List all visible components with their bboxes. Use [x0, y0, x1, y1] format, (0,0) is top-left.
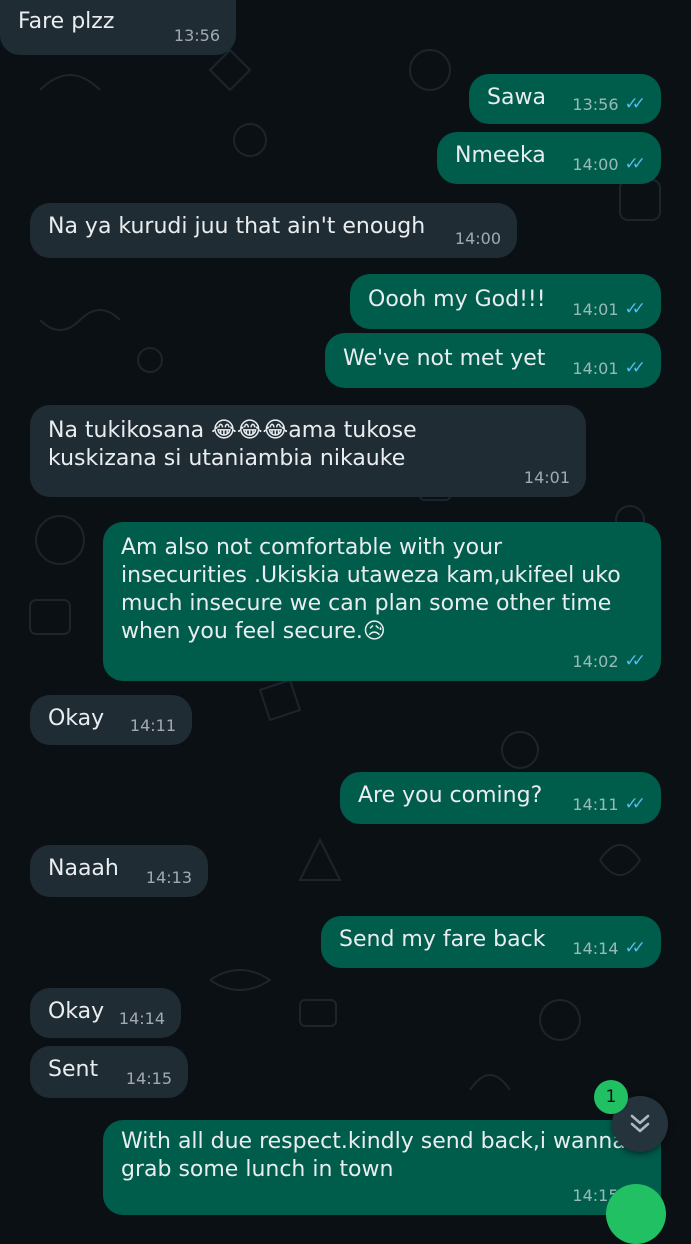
chat-fab-button[interactable] — [606, 1184, 666, 1244]
message-timestamp: 14:11 — [572, 794, 619, 814]
message-text: Na tukikosana 😂😂😂ama tukose kuskizana si… — [48, 418, 417, 471]
message-timestamp: 14:02 — [572, 651, 619, 671]
outgoing-message-bubble[interactable]: With all due respect.kindly send back,i … — [103, 1120, 661, 1215]
message-timestamp: 14:01 — [572, 358, 619, 378]
message-timestamp: 14:14 — [572, 938, 619, 958]
message-text: Am also not comfortable with your insecu… — [121, 535, 621, 644]
message-timestamp: 14:01 — [572, 299, 619, 319]
outgoing-message-bubble[interactable]: Oooh my God!!! 14:01 ✓✓ — [350, 274, 661, 329]
incoming-message-bubble[interactable]: Okay 14:11 — [30, 695, 192, 745]
message-meta: 13:56 ✓✓ — [572, 94, 645, 114]
outgoing-message-bubble[interactable]: Sawa 13:56 ✓✓ — [469, 74, 661, 124]
read-receipt-double-tick-icon: ✓✓ — [624, 94, 646, 114]
message-meta: 14:11 — [130, 716, 176, 735]
incoming-message-bubble[interactable]: Okay 14:14 — [30, 988, 181, 1038]
double-chevron-down-icon — [630, 1114, 650, 1133]
incoming-message-bubble[interactable]: Naaah 14:13 — [30, 845, 208, 897]
incoming-message-bubble[interactable]: Na ya kurudi juu that ain't enough 14:00 — [30, 203, 517, 258]
message-meta: 14:00 — [455, 229, 501, 248]
outgoing-message-bubble[interactable]: Am also not comfortable with your insecu… — [103, 522, 661, 681]
message-timestamp: 14:13 — [145, 868, 192, 887]
message-meta: 14:15 — [126, 1069, 172, 1088]
outgoing-message-bubble[interactable]: We've not met yet 14:01 ✓✓ — [325, 333, 661, 388]
message-meta: 14:00 ✓✓ — [572, 154, 645, 174]
read-receipt-double-tick-icon: ✓✓ — [624, 358, 646, 378]
chat-message-list[interactable]: Fare plzz 13:56 Sawa 13:56 ✓✓ Nmeeka 14:00 ✓✓ Na… — [0, 0, 691, 1215]
incoming-message-bubble[interactable]: Fare plzz 13:56 — [0, 0, 236, 55]
message-meta: 14:14 ✓✓ — [572, 938, 645, 958]
message-meta: 14:01 ✓✓ — [572, 358, 645, 378]
incoming-message-bubble[interactable]: Sent 14:15 — [30, 1046, 188, 1098]
message-timestamp: 14:11 — [129, 716, 176, 735]
message-timestamp: 14:00 — [454, 229, 501, 248]
message-meta: 14:01 — [524, 468, 570, 487]
message-timestamp: 14:15 — [125, 1069, 172, 1088]
message-timestamp: 14:14 — [118, 1009, 165, 1028]
outgoing-message-bubble[interactable]: Nmeeka 14:00 ✓✓ — [437, 132, 661, 184]
message-text: With all due respect.kindly send back,i … — [121, 1129, 626, 1182]
outgoing-message-bubble[interactable]: Send my fare back 14:14 ✓✓ — [321, 916, 661, 968]
message-timestamp: 14:01 — [523, 468, 570, 487]
message-meta: 13:56 — [174, 26, 220, 45]
message-text: Na ya kurudi juu that ain't enough — [48, 214, 426, 239]
message-meta: 14:11 ✓✓ — [572, 794, 645, 814]
read-receipt-double-tick-icon: ✓✓ — [624, 651, 646, 671]
message-meta: 14:01 ✓✓ — [572, 299, 645, 319]
read-receipt-double-tick-icon: ✓✓ — [624, 794, 646, 814]
message-timestamp: 13:56 — [173, 26, 220, 45]
message-meta: 14:14 — [119, 1009, 165, 1028]
outgoing-message-bubble[interactable]: Are you coming? 14:11 ✓✓ — [340, 772, 661, 824]
read-receipt-double-tick-icon: ✓✓ — [624, 299, 646, 319]
message-timestamp: 14:00 — [572, 154, 619, 174]
message-meta: 14:13 — [146, 868, 192, 887]
read-receipt-double-tick-icon: ✓✓ — [624, 154, 646, 174]
unread-count-badge: 1 — [594, 1080, 628, 1114]
incoming-message-bubble[interactable]: Na tukikosana 😂😂😂ama tukose kuskizana si… — [30, 405, 586, 497]
message-timestamp: 13:56 — [572, 94, 619, 114]
message-meta: 14:02 ✓✓ — [572, 651, 645, 671]
read-receipt-double-tick-icon: ✓✓ — [624, 938, 646, 958]
